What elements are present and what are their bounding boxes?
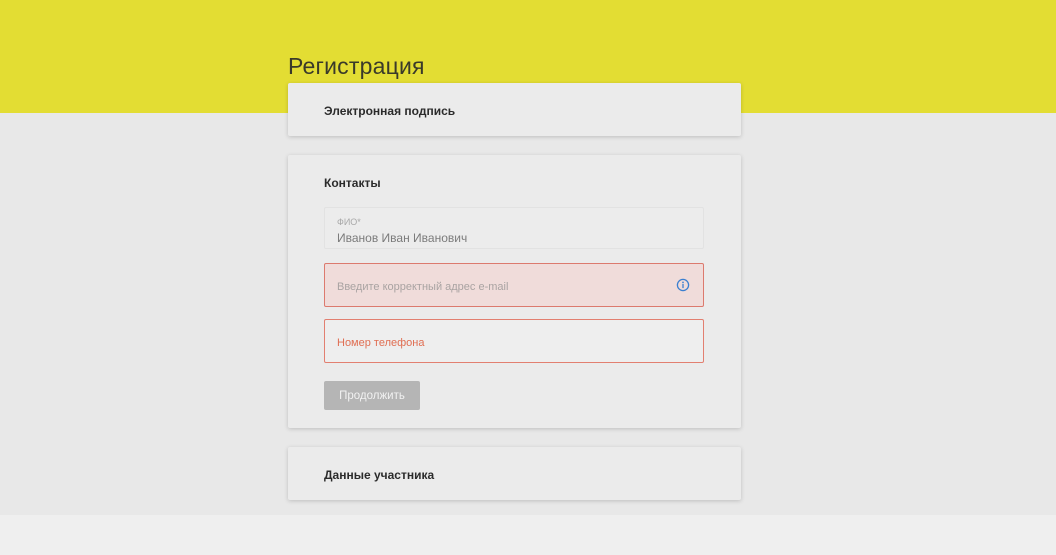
phone-field-placeholder: Номер телефона xyxy=(337,337,425,349)
signature-section[interactable]: Электронная подпись xyxy=(288,83,741,136)
contacts-section: Контакты ФИО* Иванов Иван Иванович Введи… xyxy=(288,155,741,428)
participant-section[interactable]: Данные участника xyxy=(288,447,741,500)
phone-field[interactable]: Номер телефона xyxy=(324,319,704,363)
email-field[interactable]: Введите корректный адрес e-mail xyxy=(324,263,704,307)
signature-section-title: Электронная подпись xyxy=(324,104,456,118)
participant-section-title: Данные участника xyxy=(324,468,435,482)
email-field-placeholder: Введите корректный адрес e-mail xyxy=(337,281,509,293)
continue-button[interactable]: Продолжить xyxy=(324,381,420,410)
footer-strip xyxy=(0,515,1056,555)
fio-field[interactable]: ФИО* Иванов Иван Иванович xyxy=(324,207,704,249)
fio-field-label: ФИО* xyxy=(337,217,361,227)
info-icon[interactable] xyxy=(676,278,690,292)
page-title: Регистрация xyxy=(288,53,425,80)
fio-field-value: Иванов Иван Иванович xyxy=(337,231,468,245)
contacts-section-title: Контакты xyxy=(324,176,381,190)
